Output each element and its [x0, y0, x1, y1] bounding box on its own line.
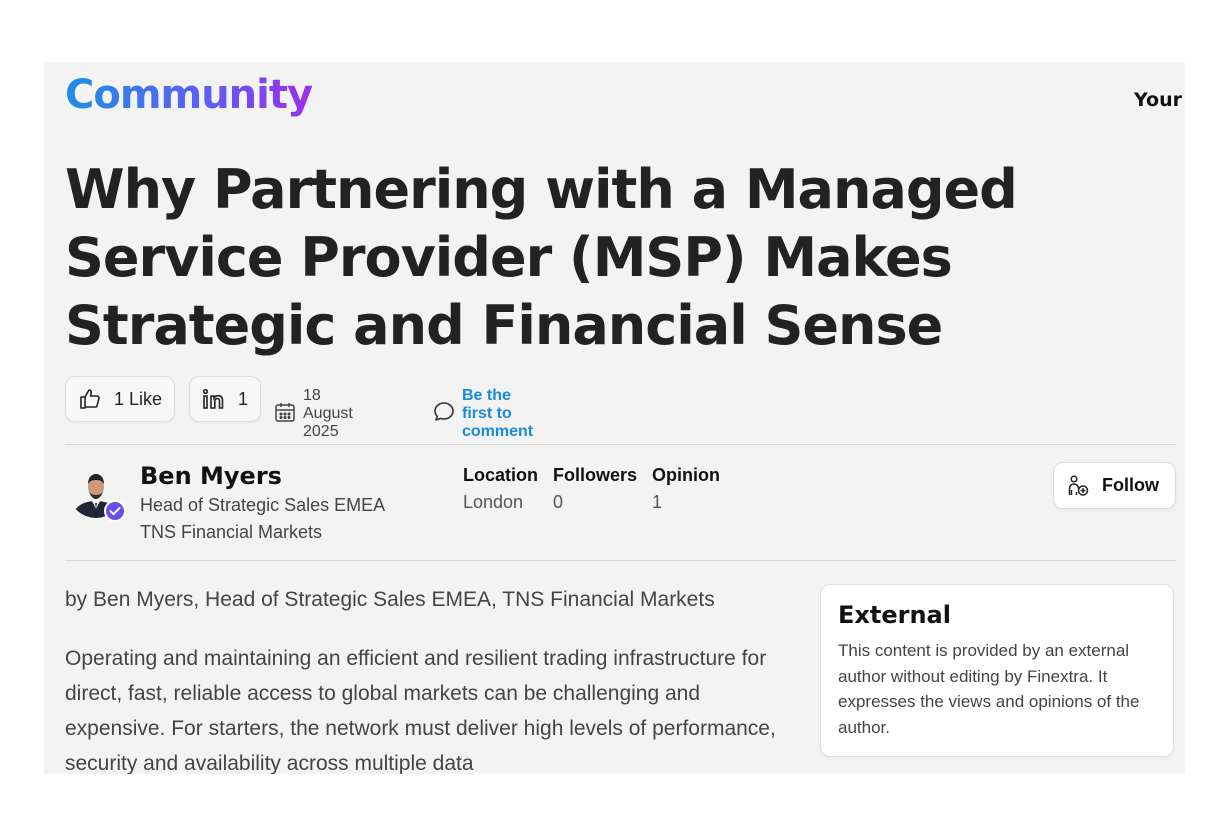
author-stat-followers: Followers 0: [553, 465, 637, 513]
follow-label: Follow: [1102, 475, 1159, 495]
article-byline: by Ben Myers, Head of Strategic Sales EM…: [65, 588, 715, 611]
article-title: Why Partnering with a Managed Service Pr…: [65, 158, 1018, 357]
author-role: Head of Strategic Sales EMEA: [140, 495, 386, 515]
external-content-card: External This content is provided by an …: [820, 584, 1174, 757]
nav-your-link[interactable]: Your: [1134, 89, 1182, 111]
author-name[interactable]: Ben Myers: [140, 462, 282, 490]
verified-badge-icon: [104, 500, 126, 522]
follow-button[interactable]: Follow: [1053, 462, 1176, 509]
publish-date: 18 August 2025: [274, 387, 353, 441]
author-stat-opinion: Opinion 1: [652, 465, 720, 513]
comment-cta[interactable]: Be the first to comment: [462, 387, 533, 441]
article-body-text: Operating and maintaining an efficient a…: [65, 647, 776, 774]
comment-bubble-icon: [432, 400, 456, 429]
stat-label: Followers: [553, 465, 638, 485]
thumbs-up-icon: [78, 387, 102, 411]
like-button[interactable]: 1 Like: [65, 376, 175, 422]
linkedin-share-count: 1: [238, 388, 249, 409]
author-organization: TNS Financial Markets: [140, 522, 323, 542]
linkedin-share-button[interactable]: 1: [189, 376, 261, 422]
stat-value: 0: [553, 492, 564, 512]
calendar-icon: [274, 401, 296, 428]
stat-value: 1: [652, 492, 663, 512]
stat-value: London: [463, 492, 524, 512]
stat-label: Opinion: [652, 465, 720, 485]
follow-person-icon: [1066, 474, 1090, 498]
external-card-title: External: [838, 601, 951, 629]
article-panel: Community Your Why Partnering with a Man…: [44, 62, 1185, 774]
divider: [65, 444, 1176, 445]
comment-link[interactable]: Be the first to comment: [432, 387, 533, 441]
divider: [65, 560, 1176, 561]
external-card-text: This content is provided by an external …: [838, 641, 1140, 737]
stat-label: Location: [463, 465, 538, 485]
publish-date-text: 18 August 2025: [303, 387, 353, 440]
linkedin-icon: [202, 388, 226, 410]
community-logo[interactable]: Community: [65, 72, 313, 118]
like-count: 1 Like: [114, 388, 163, 409]
author-stat-location: Location London: [463, 465, 538, 513]
